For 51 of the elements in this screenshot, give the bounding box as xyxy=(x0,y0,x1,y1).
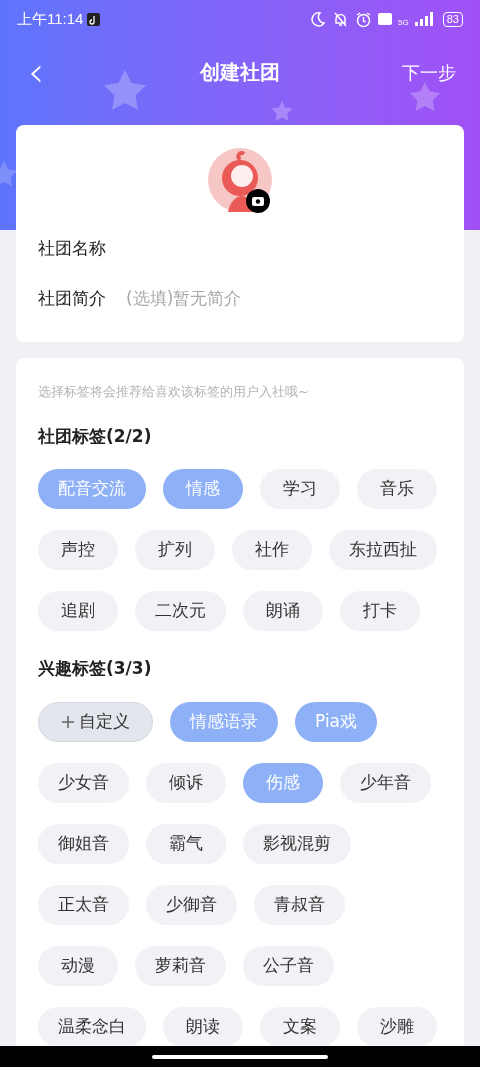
tag-chip[interactable]: 动漫 xyxy=(38,945,118,986)
tag-chip[interactable]: 音乐 xyxy=(357,469,437,509)
tag-chip[interactable]: 扩列 xyxy=(135,530,215,570)
tag-chip[interactable]: 少年音 xyxy=(340,762,431,803)
plus-icon xyxy=(61,714,75,729)
star-icon xyxy=(104,70,146,110)
tag-chip[interactable]: 东拉西扯 xyxy=(329,530,437,570)
tag-chip[interactable]: 少女音 xyxy=(38,762,129,803)
page-title: 创建社团 xyxy=(200,59,280,86)
tag-chip[interactable]: 青叔音 xyxy=(254,884,345,925)
hint-text: 选择标签将会推荐给喜欢该标签的用户入社哦~ xyxy=(38,383,310,401)
tag-chip[interactable]: 朗诵 xyxy=(243,591,323,631)
tag-chip[interactable]: 御姐音 xyxy=(38,823,129,864)
tag-chip[interactable]: 少御音 xyxy=(146,884,237,925)
tag-chip[interactable]: 正太音 xyxy=(38,884,129,925)
alarm-icon xyxy=(355,10,373,28)
camera-icon[interactable] xyxy=(246,189,270,213)
custom-tag-button[interactable]: 自定义 xyxy=(38,701,153,742)
tag-chip[interactable]: 打卡 xyxy=(340,591,420,631)
home-indicator[interactable] xyxy=(152,1054,328,1059)
tag-chip[interactable]: 文案 xyxy=(260,1006,340,1047)
battery-indicator: 83 xyxy=(442,11,463,27)
signal-icon xyxy=(414,12,433,26)
tag-chip[interactable]: 学习 xyxy=(260,469,340,509)
hd-icon xyxy=(378,13,393,25)
star-icon xyxy=(0,161,18,187)
field-label: 社团简介 xyxy=(38,287,106,311)
status-time: 上午11:14 xyxy=(17,8,84,29)
mute-bell-icon xyxy=(332,10,350,28)
next-step-button[interactable]: 下一步 xyxy=(402,58,456,86)
input-field[interactable]: (选填)暂无简介 xyxy=(126,286,442,312)
tag-chip[interactable]: 萝莉音 xyxy=(135,945,226,986)
section-title: 兴趣标签(3/3) xyxy=(38,657,153,680)
back-button[interactable]: ‹ xyxy=(24,52,48,92)
tag-chip[interactable]: 倾诉 xyxy=(146,762,226,803)
section-title: 社团标签(2/2) xyxy=(38,424,153,448)
tag-chip[interactable]: 影视混剪 xyxy=(243,823,351,864)
tag-chip[interactable]: 二次元 xyxy=(135,591,226,631)
tag-chip[interactable]: 追剧 xyxy=(38,591,118,631)
network-label: 5G xyxy=(398,18,409,27)
tag-chip[interactable]: 社作 xyxy=(232,530,312,570)
tag-chip[interactable]: 朗读 xyxy=(163,1006,243,1047)
tag-chip[interactable]: 温柔念白 xyxy=(38,1006,146,1047)
moon-icon xyxy=(310,11,327,27)
tag-chip[interactable]: 沙雕 xyxy=(357,1006,437,1047)
tag-chip[interactable]: 公子音 xyxy=(243,945,334,986)
tag-chip[interactable]: 声控 xyxy=(38,530,118,570)
star-icon xyxy=(271,101,293,121)
star-icon xyxy=(409,82,441,111)
tag-chip[interactable]: 霸气 xyxy=(146,823,226,864)
field-label: 社团名称 xyxy=(38,237,106,261)
